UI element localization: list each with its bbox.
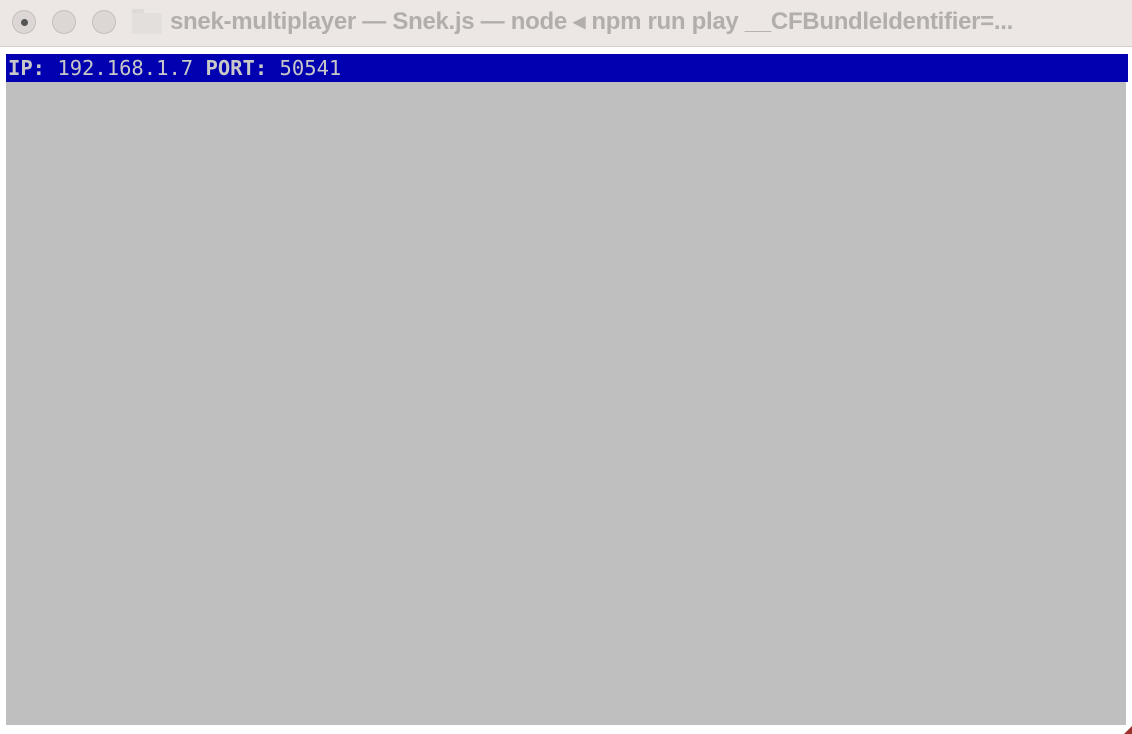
zoom-button[interactable] (92, 10, 116, 34)
close-dot-icon (21, 19, 28, 26)
window-corner (1124, 726, 1132, 734)
terminal-content[interactable]: IP: 192.168.1.7 PORT: 50541 (6, 54, 1128, 725)
ip-value: 192.168.1.7 (57, 56, 194, 80)
port-value: 50541 (279, 56, 342, 80)
folder-icon (132, 9, 162, 34)
close-button[interactable] (12, 10, 36, 34)
window-titlebar: snek-multiplayer — Snek.js — node ◂ npm … (0, 0, 1132, 47)
status-bar: IP: 192.168.1.7 PORT: 50541 (6, 54, 1128, 82)
window-title: snek-multiplayer — Snek.js — node ◂ npm … (170, 8, 1013, 35)
minimize-button[interactable] (52, 10, 76, 34)
ip-label: IP: (8, 56, 46, 80)
port-label: PORT: (205, 56, 268, 80)
